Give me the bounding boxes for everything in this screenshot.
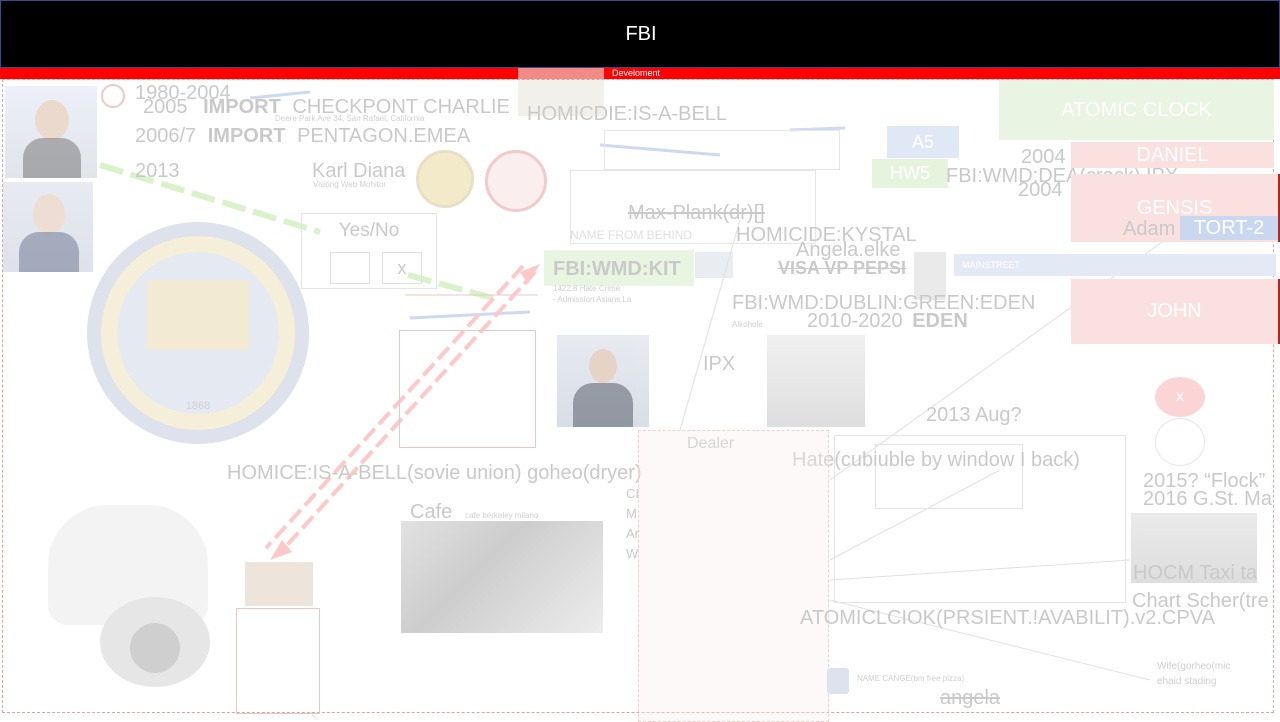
tort-label: TORT-2 — [1193, 217, 1265, 239]
crowd-photo — [767, 335, 865, 427]
yes-no-title: Yes/No — [338, 220, 400, 241]
no-checkbox[interactable]: x — [382, 252, 422, 284]
timeline-2013: 2013 — [135, 160, 180, 182]
seal-icon-small — [101, 84, 125, 108]
mainstreet-bar: MAINSTREET — [954, 254, 1276, 276]
mainstreet-label: MAINSTREET — [962, 260, 1021, 270]
uc-berkeley-seal: 1868 — [87, 222, 309, 444]
karl-sub: Visiting Web Mohitor — [313, 180, 387, 189]
label-cafe-sub: cafe berkeley milano — [465, 511, 539, 520]
kit-sub-1: 1422.8 Hate Crime — [553, 284, 621, 293]
label-2004-b: 2004 — [1018, 179, 1063, 201]
label-angela: angela — [940, 687, 1001, 709]
label-hocm: HOCM Taxi ta — [1133, 562, 1258, 584]
timeline-2005-import: IMPORT — [203, 96, 281, 118]
seal-gold — [416, 150, 474, 208]
center-box-label: Dealer — [687, 435, 735, 452]
timeline-2006-rest: PENTAGON.EMEA — [297, 125, 471, 147]
badge-a5: A5 — [887, 126, 959, 158]
tort-block[interactable]: TORT-2 — [1180, 216, 1278, 240]
close-circle-x: x — [1176, 388, 1184, 405]
label-gst: 2016 G.St. Ma — [1143, 488, 1272, 510]
kit-thumb — [695, 252, 733, 278]
badge-hw5-label: HW5 — [890, 163, 930, 183]
kit-sub-2: - Admission Asians La — [553, 295, 632, 304]
ci-line-3: Ar — [626, 526, 639, 541]
label-dublin-sub: Alkohole — [732, 320, 763, 329]
timeline-2006-import: IMPORT — [207, 125, 286, 147]
label-ipx: IPX — [703, 353, 736, 375]
dublin-years-eden: EDEN — [912, 310, 968, 332]
daniel-block[interactable]: DANIEL — [1071, 142, 1274, 168]
box-left-empty — [399, 330, 536, 448]
name-cange-icon — [827, 668, 849, 694]
cafe-photo — [401, 521, 603, 633]
label-2013-aug: 2013 Aug? — [926, 404, 1022, 426]
label-wife-2: ehaid stading — [1157, 676, 1217, 687]
yes-no-dialog: Yes/No x — [301, 213, 437, 289]
ci-lines: CI M Ar W — [626, 484, 639, 564]
atomic-clock-block[interactable]: ATOMIC CLOCK — [999, 80, 1274, 140]
label-homicide-bell: HOMICDIE:IS-A-BELL — [527, 103, 728, 125]
badge-a5-label: A5 — [911, 132, 935, 152]
daniel-label: DANIEL — [1136, 144, 1209, 166]
small-photo — [245, 562, 313, 606]
officer-photo — [557, 335, 649, 427]
box-top-center — [604, 130, 840, 170]
john-block[interactable]: JOHN — [1071, 279, 1280, 344]
timeline-2005-address: Deere Park Ave 34, San Rafael, Californi… — [275, 114, 425, 123]
ci-line-4: W — [626, 546, 639, 561]
security-camera-icon — [40, 505, 220, 687]
timeline-2006: 2006/7 IMPORT PENTAGON.EMEA — [135, 125, 470, 148]
portrait-photo-2 — [3, 182, 93, 272]
seal-year: 1868 — [185, 400, 211, 412]
timeline-2006-year: 2006/7 — [135, 125, 197, 147]
label-cubicle: Hate(cubiuble by window I back) — [792, 449, 1080, 471]
ci-line-1: CI — [626, 486, 639, 501]
box-bottom-small — [236, 608, 320, 714]
john-label: JOHN — [1147, 300, 1202, 322]
no-checkbox-x: x — [397, 258, 407, 278]
close-circle-button[interactable]: x — [1155, 377, 1205, 417]
ci-line-2: M — [626, 506, 637, 521]
portrait-photo-1 — [5, 86, 97, 178]
label-name-cange: NAME CANGE(bm free pizza) — [857, 674, 965, 683]
badge-hw5: HW5 — [872, 159, 948, 188]
label-fbi-kit: FBI:WMD:KIT — [553, 258, 681, 280]
center-tall-box: Dealer — [638, 430, 829, 722]
label-visa: VISA VP PEPSI — [778, 258, 907, 278]
label-atomic-v2: ATOMICLCIOK(PRSIENT.!AVABILIT).v2.CPVA — [800, 607, 1215, 629]
label-homice-bell: HOMICE:IS-A-BELL(sovie union) goheo(drye… — [227, 462, 642, 484]
seal-stanford — [485, 150, 547, 212]
label-wife: Wife(gorheo(mic — [1157, 661, 1231, 672]
timeline-2005-year: 2005 — [143, 96, 188, 118]
dublin-years: 2010-2020 EDEN — [807, 310, 968, 333]
label-max-plank: Max-Plank(dr)[] — [628, 202, 765, 224]
yes-checkbox[interactable] — [330, 252, 370, 284]
atomic-clock-label: ATOMIC CLOCK — [1061, 99, 1212, 121]
empty-circle-button[interactable] — [1155, 418, 1205, 466]
label-name-behind: NAME FROM BEHIND — [570, 228, 693, 242]
dublin-years-range: 2010-2020 — [807, 310, 903, 332]
label-adam: Adam — [1123, 218, 1176, 240]
